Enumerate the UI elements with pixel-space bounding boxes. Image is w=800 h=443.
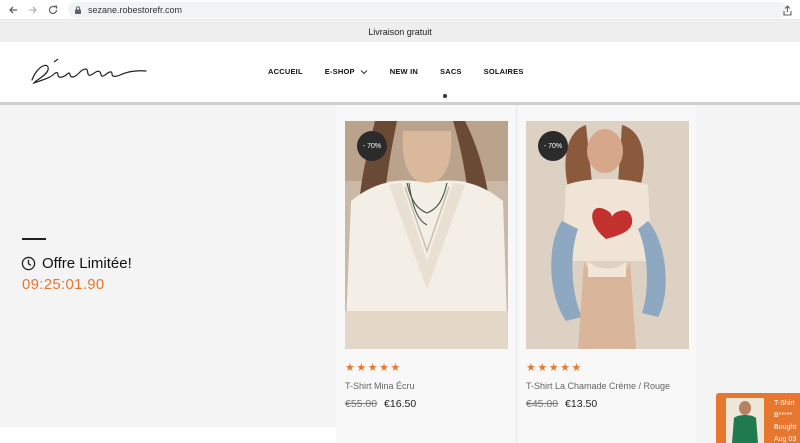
main-content: Offre Limitée! 09:25:01.90 - 70% ★★★★★ T… <box>0 105 800 443</box>
offer-heading: Offre Limitée! <box>21 255 132 272</box>
share-icon[interactable] <box>780 3 794 17</box>
price-block: €55.00 €16.50 <box>345 398 416 410</box>
main-menu: ACCUEIL E-SHOP NEW IN SACS SOLAIRES <box>268 67 546 76</box>
star-rating: ★★★★★ <box>526 362 583 374</box>
popup-line: Aug 03 <box>774 436 797 443</box>
back-icon[interactable] <box>4 1 22 19</box>
price-block: €45.00 €13.50 <box>526 398 597 410</box>
menu-item-e-shop[interactable]: E-SHOP <box>325 67 368 76</box>
discount-badge: - 70% <box>538 131 568 161</box>
product-image[interactable]: - 70% <box>345 121 508 349</box>
menu-label: E-SHOP <box>324 67 355 76</box>
section-dash <box>22 238 46 240</box>
product-card[interactable]: - 70% ★★★★★ T-Shirt Mina Écru €55.00 €16… <box>336 105 516 443</box>
announcement-bar: Livraison gratuit <box>0 21 800 42</box>
countdown-timer: 09:25:01.90 <box>22 276 105 293</box>
popup-line: T-Shirt <box>774 400 795 407</box>
menu-label: SOLAIRES <box>483 67 524 76</box>
product-card[interactable]: - 70% ★★★★★ T-Shirt La Chamade Crème / R… <box>516 105 696 443</box>
address-bar[interactable]: sezane.robestorefr.com <box>68 1 788 18</box>
clock-icon <box>21 256 36 271</box>
original-price: €45.00 <box>526 398 559 410</box>
offer-title: Offre Limitée! <box>42 255 132 272</box>
discount-badge: - 70% <box>357 131 387 161</box>
menu-item-new-in[interactable]: NEW IN <box>390 67 418 76</box>
announcement-text: Livraison gratuit <box>368 26 432 37</box>
menu-label: ACCUEIL <box>268 67 303 76</box>
chevron-down-icon <box>360 69 368 74</box>
sale-price: €16.50 <box>384 398 417 410</box>
menu-item-accueil[interactable]: ACCUEIL <box>268 67 303 76</box>
product-image[interactable]: - 70% <box>526 121 689 349</box>
popup-line: B***** <box>774 412 793 419</box>
brand-logo[interactable] <box>28 54 150 88</box>
product-name[interactable]: T-Shirt La Chamade Crème / Rouge <box>526 381 670 391</box>
popup-line: Bought <box>774 424 797 431</box>
menu-item-solaires[interactable]: SOLAIRES <box>484 67 524 76</box>
menu-label: SACS <box>440 67 462 76</box>
site-header: ACCUEIL E-SHOP NEW IN SACS SOLAIRES <box>0 42 800 102</box>
browser-toolbar: sezane.robestorefr.com <box>0 0 800 20</box>
menu-label: NEW IN <box>389 67 418 76</box>
reload-icon[interactable] <box>44 1 62 19</box>
menu-indicator-dot <box>443 94 447 98</box>
menu-item-sacs[interactable]: SACS <box>440 67 462 76</box>
popup-text: T-Shirt B***** Bought Aug 03 <box>774 398 800 443</box>
original-price: €55.00 <box>345 398 378 410</box>
lock-icon <box>74 5 82 14</box>
product-name[interactable]: T-Shirt Mina Écru <box>345 381 415 391</box>
star-rating: ★★★★★ <box>345 362 402 374</box>
popup-product-thumbnail <box>726 398 764 443</box>
recent-purchase-popup[interactable]: T-Shirt B***** Bought Aug 03 <box>716 393 800 443</box>
url-text: sezane.robestorefr.com <box>88 4 183 15</box>
forward-icon[interactable] <box>24 1 42 19</box>
sale-price: €13.50 <box>565 398 598 410</box>
section-footer-strip <box>0 427 336 443</box>
